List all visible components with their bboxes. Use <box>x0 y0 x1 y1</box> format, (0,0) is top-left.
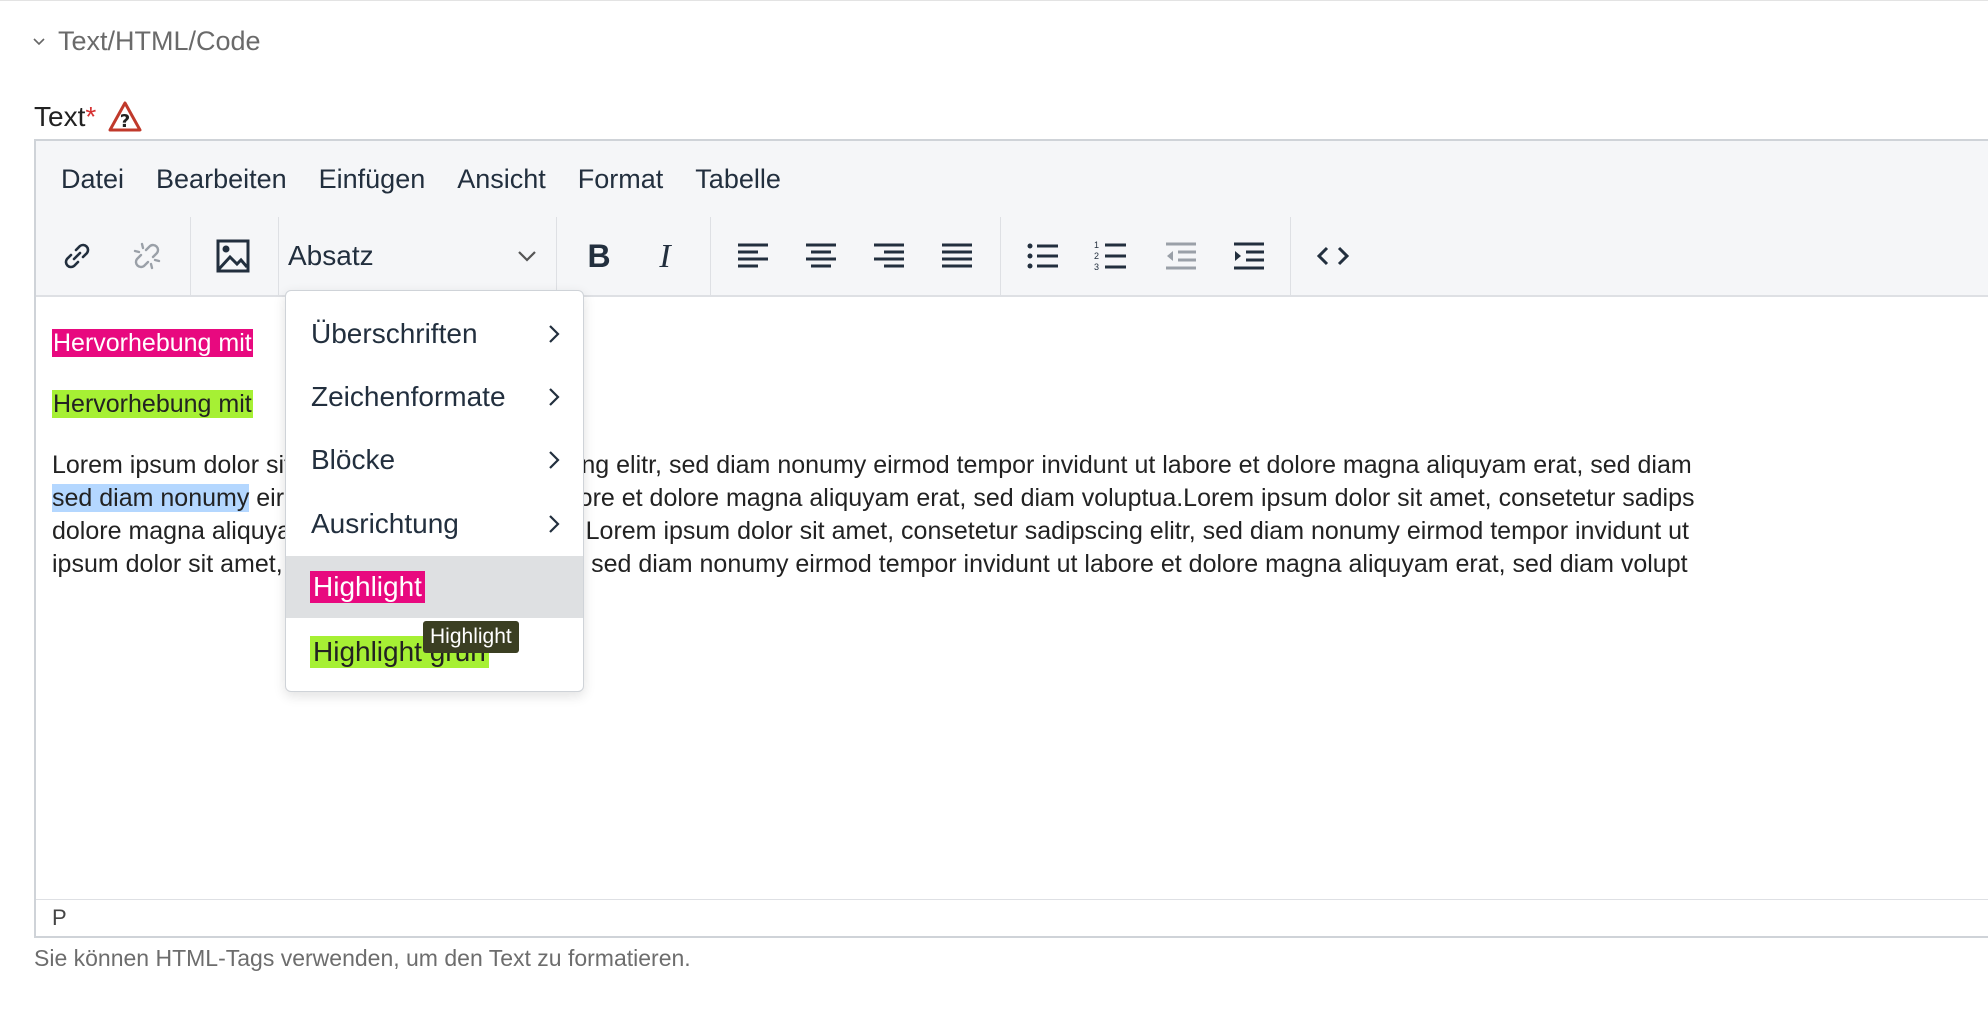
svg-text:1: 1 <box>1094 240 1099 250</box>
tooltip: Highlight <box>423 621 519 653</box>
menu-item-label: Ausrichtung <box>311 508 459 539</box>
source-code-button[interactable] <box>1310 233 1356 279</box>
indent-button[interactable] <box>1226 233 1272 279</box>
link-group <box>36 217 191 295</box>
image-group <box>190 217 279 295</box>
svg-text:B: B <box>587 238 610 274</box>
menu-item-zeichenformate[interactable]: Zeichenformate <box>286 366 583 428</box>
align-justify-icon <box>942 243 972 268</box>
editor-statusbar: P <box>36 899 1988 936</box>
bullet-list-icon <box>1027 243 1058 269</box>
element-path[interactable]: P <box>52 905 67 931</box>
svg-text:I: I <box>658 238 672 275</box>
bullet-list-button[interactable] <box>1020 233 1066 279</box>
paragraph-highlight-green: Hervorhebung mit <box>52 388 253 421</box>
menu-datei[interactable]: Datei <box>61 164 140 195</box>
link-icon <box>64 243 90 269</box>
chevron-down-icon <box>518 251 536 262</box>
italic-button[interactable]: I <box>642 233 688 279</box>
unlink-icon <box>133 242 161 270</box>
top-divider <box>0 0 1988 1</box>
menu-tabelle[interactable]: Tabelle <box>695 164 797 195</box>
block-format-select[interactable]: Absatz <box>278 233 548 279</box>
menu-item-label: Zeichenformate <box>311 381 506 412</box>
align-right-button[interactable] <box>866 233 912 279</box>
chevron-right-icon <box>549 388 560 406</box>
align-left-button[interactable] <box>730 233 776 279</box>
block-format-value: Absatz <box>288 240 374 271</box>
unlink-button[interactable] <box>124 233 170 279</box>
svg-text:3: 3 <box>1094 262 1099 272</box>
menu-item-ueberschriften[interactable]: Überschriften <box>286 303 583 365</box>
text-style-group: B I <box>556 217 711 295</box>
menu-item-highlight[interactable]: Highlight <box>286 556 583 618</box>
code-icon <box>1316 246 1350 266</box>
highlight-green-text: Hervorhebung mit <box>52 390 253 418</box>
bold-button[interactable]: B <box>576 233 622 279</box>
help-text: Sie können HTML-Tags verwenden, um den T… <box>34 945 691 971</box>
alignment-group <box>710 217 1001 295</box>
menu-item-label: Highlight <box>310 571 425 603</box>
field-label-text: Text <box>34 101 86 132</box>
image-icon <box>216 239 250 273</box>
bold-icon: B <box>587 238 610 274</box>
warning-icon: ? <box>108 101 142 132</box>
paragraph-highlight-pink: Hervorhebung mit <box>52 327 253 360</box>
chevron-right-icon <box>549 325 560 343</box>
menu-item-label: Blöcke <box>311 444 396 475</box>
text-field-label: Text * ? <box>34 100 142 134</box>
align-justify-button[interactable] <box>934 233 980 279</box>
section-title: Text/HTML/Code <box>58 26 261 56</box>
outdent-icon <box>1166 242 1196 270</box>
align-center-button[interactable] <box>798 233 844 279</box>
chevron-right-icon <box>549 451 560 469</box>
indent-icon <box>1234 242 1264 270</box>
menu-bearbeiten[interactable]: Bearbeiten <box>156 164 303 195</box>
menu-item-bloecke[interactable]: Blöcke <box>286 429 583 491</box>
menu-ansicht[interactable]: Ansicht <box>457 164 562 195</box>
insert-image-button[interactable] <box>210 233 256 279</box>
menu-einfuegen[interactable]: Einfügen <box>319 164 442 195</box>
menu-item-label: Überschriften <box>311 318 478 349</box>
editor-menubar: Datei Bearbeiten Einfügen Ansicht Format… <box>36 141 1988 218</box>
required-mark: * <box>85 101 97 132</box>
italic-icon: I <box>658 238 672 275</box>
menu-format[interactable]: Format <box>578 164 680 195</box>
menu-item-ausrichtung[interactable]: Ausrichtung <box>286 493 583 555</box>
svg-text:?: ? <box>120 111 130 132</box>
link-button[interactable] <box>54 233 100 279</box>
editor-toolbar: Absatz B I 1 2 3 <box>36 217 1988 297</box>
align-left-icon <box>738 243 768 268</box>
align-center-icon <box>806 243 836 268</box>
block-format-group: Absatz <box>278 217 557 295</box>
code-group <box>1290 217 1380 295</box>
outdent-button[interactable] <box>1158 233 1204 279</box>
section-toggle[interactable]: Text/HTML/Code <box>32 26 261 57</box>
selected-text: sed diam nonumy <box>52 484 250 512</box>
align-right-icon <box>874 243 904 268</box>
chevron-down-icon <box>33 37 45 45</box>
numbered-list-icon: 123 <box>1094 240 1126 272</box>
svg-text:2: 2 <box>1094 251 1099 261</box>
numbered-list-button[interactable]: 123 <box>1088 233 1134 279</box>
chevron-right-icon <box>549 515 560 533</box>
highlight-pink-text: Hervorhebung mit <box>52 329 253 357</box>
list-group: 123 <box>1000 217 1291 295</box>
